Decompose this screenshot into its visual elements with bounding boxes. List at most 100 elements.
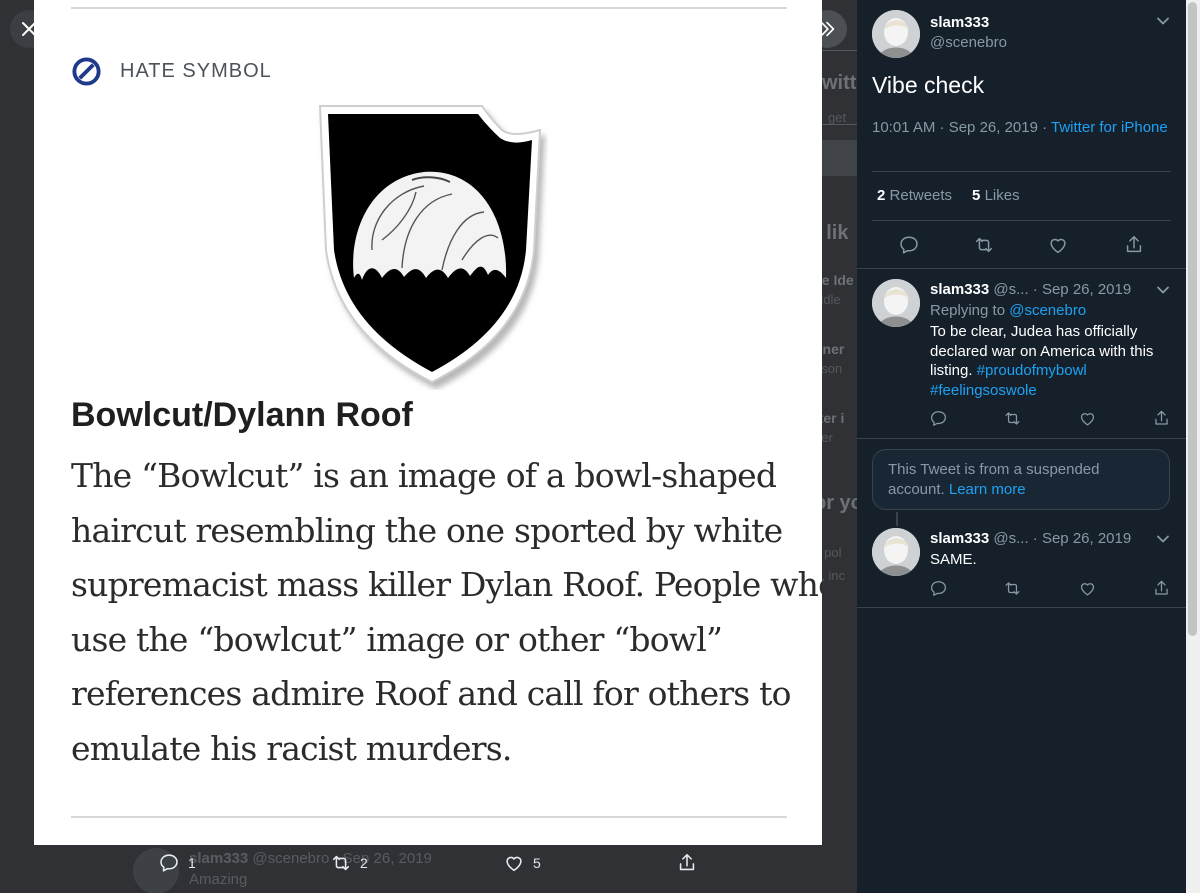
like-icon xyxy=(1050,238,1066,254)
reply-icon xyxy=(930,581,947,596)
share-button[interactable] xyxy=(676,852,698,874)
main-tweet-actions xyxy=(857,234,1186,256)
tweet-media-image: HATE SYMBOL Bowlcut/Dylann Roof The “Bow… xyxy=(34,0,822,845)
author-name[interactable]: slam333 xyxy=(930,530,989,547)
background-text: witt xyxy=(822,72,857,94)
no-symbol-icon xyxy=(72,57,101,86)
bowlcut-shield-image xyxy=(318,105,542,384)
like-icon xyxy=(506,856,522,872)
like-button[interactable] xyxy=(1078,409,1097,428)
retweet-button[interactable] xyxy=(1003,579,1022,598)
likes-label: Likes xyxy=(984,187,1020,204)
hashtag-link[interactable]: #feelingsoswole xyxy=(930,382,1037,399)
scrollbar[interactable] xyxy=(1186,0,1200,893)
reply-icon xyxy=(900,236,918,254)
share-icon xyxy=(1155,580,1168,595)
reply-text: SAME. xyxy=(930,551,977,568)
tweet-source-link[interactable]: Twitter for iPhone xyxy=(1051,119,1168,136)
hashtag-link[interactable]: #proudofmybowl xyxy=(977,362,1087,379)
reply-menu-button[interactable] xyxy=(1156,283,1170,297)
symbol-description: The “Bowlcut” is an image of a bowl-shap… xyxy=(71,449,822,777)
description-line: use the “bowlcut” image or other “bowl” xyxy=(71,619,723,659)
tweet-stats: 2 Retweets 5 Likes xyxy=(877,187,1020,204)
replying-to: Replying to @scenebro xyxy=(930,302,1086,319)
share-button[interactable] xyxy=(1152,579,1171,598)
author-handle[interactable]: @scenebro xyxy=(930,34,1007,51)
reply-menu-button[interactable] xyxy=(1156,532,1170,546)
tweet-menu-button[interactable] xyxy=(1156,14,1170,28)
chevron-down-icon xyxy=(1157,535,1169,543)
retweet-icon xyxy=(332,855,350,871)
reply-button[interactable] xyxy=(929,579,948,598)
thread-connector xyxy=(896,512,898,526)
like-button[interactable] xyxy=(1078,579,1097,598)
like-button[interactable] xyxy=(1047,234,1069,256)
reply-header: slam333 @s... · Sep 26, 2019 xyxy=(930,281,1131,298)
reply-count: 1 xyxy=(188,855,196,871)
avatar-image xyxy=(872,10,920,58)
retweet-icon xyxy=(1005,412,1020,425)
like-button[interactable]: 5 xyxy=(503,852,541,874)
divider xyxy=(71,816,787,818)
likes-count: 5 xyxy=(972,187,981,204)
reply-actions xyxy=(857,579,1186,598)
description-line: emulate his racist murders. xyxy=(71,728,512,768)
replying-to-label: Replying to xyxy=(930,302,1010,319)
chevron-down-icon xyxy=(1157,286,1169,294)
like-count: 5 xyxy=(533,855,541,871)
description-line: supremacist mass killer Dylan Roof. Peop… xyxy=(71,565,822,605)
background-text: get xyxy=(828,110,847,125)
divider xyxy=(872,171,1171,172)
scrollbar-thumb[interactable] xyxy=(1188,2,1197,636)
reply-icon xyxy=(930,411,947,426)
retweet-icon xyxy=(975,237,993,253)
avatar[interactable] xyxy=(872,279,920,327)
description-line: references admire Roof and call for othe… xyxy=(71,674,791,714)
reply-button[interactable] xyxy=(929,409,948,428)
retweet-icon xyxy=(1005,582,1020,595)
symbol-title: Bowlcut/Dylann Roof xyxy=(71,396,413,434)
reply-text: To be clear, Judea has officially declar… xyxy=(930,322,1170,400)
author-name[interactable]: slam333 xyxy=(930,281,989,298)
chevron-down-icon xyxy=(1157,17,1169,25)
tweet-action-bar: 1 2 5 xyxy=(130,852,750,886)
divider xyxy=(857,607,1186,608)
conversation-panel: slam333 @scenebro Vibe check 10:01 AM · … xyxy=(857,0,1186,893)
tweet-text: Vibe check xyxy=(872,72,985,98)
like-icon xyxy=(1080,413,1095,426)
reply-date[interactable]: · Sep 26, 2019 xyxy=(1033,281,1131,298)
share-icon xyxy=(679,853,695,871)
author-name[interactable]: slam333 xyxy=(930,14,989,31)
category-label: HATE SYMBOL xyxy=(120,60,272,82)
description-line: The “Bowlcut” is an image of a bowl-shap… xyxy=(71,456,777,495)
divider xyxy=(872,220,1171,221)
reply-button[interactable]: 1 xyxy=(158,852,196,874)
retweet-button[interactable] xyxy=(973,234,995,256)
reply-button[interactable] xyxy=(898,234,920,256)
avatar[interactable] xyxy=(872,528,920,576)
retweets-count: 2 xyxy=(877,187,886,204)
share-button[interactable] xyxy=(1152,409,1171,428)
divider xyxy=(71,7,787,9)
reply-actions xyxy=(857,409,1186,428)
retweet-button[interactable]: 2 xyxy=(330,852,368,874)
author-handle[interactable]: @s... xyxy=(993,530,1028,547)
share-icon xyxy=(1126,236,1142,253)
retweets-stat[interactable]: 2 Retweets xyxy=(877,187,952,204)
avatar[interactable] xyxy=(872,10,920,58)
divider xyxy=(857,268,1186,269)
tweet-time: 10:01 AM · Sep 26, 2019 · xyxy=(872,119,1052,136)
share-button[interactable] xyxy=(1123,234,1145,256)
reply-date[interactable]: · Sep 26, 2019 xyxy=(1033,530,1131,547)
replying-to-link[interactable]: @scenebro xyxy=(1009,302,1086,319)
like-icon xyxy=(1080,583,1095,596)
learn-more-link[interactable]: Learn more xyxy=(949,481,1026,498)
description-line: haircut resembling the one sported by wh… xyxy=(71,510,783,550)
author-handle[interactable]: @s... xyxy=(993,281,1028,298)
retweet-button[interactable] xyxy=(1003,409,1022,428)
share-icon xyxy=(1155,410,1168,425)
avatar-image xyxy=(872,279,920,327)
likes-stat[interactable]: 5 Likes xyxy=(972,187,1020,204)
retweet-count: 2 xyxy=(360,855,368,871)
reply-header: slam333 @s... · Sep 26, 2019 xyxy=(930,530,1131,547)
